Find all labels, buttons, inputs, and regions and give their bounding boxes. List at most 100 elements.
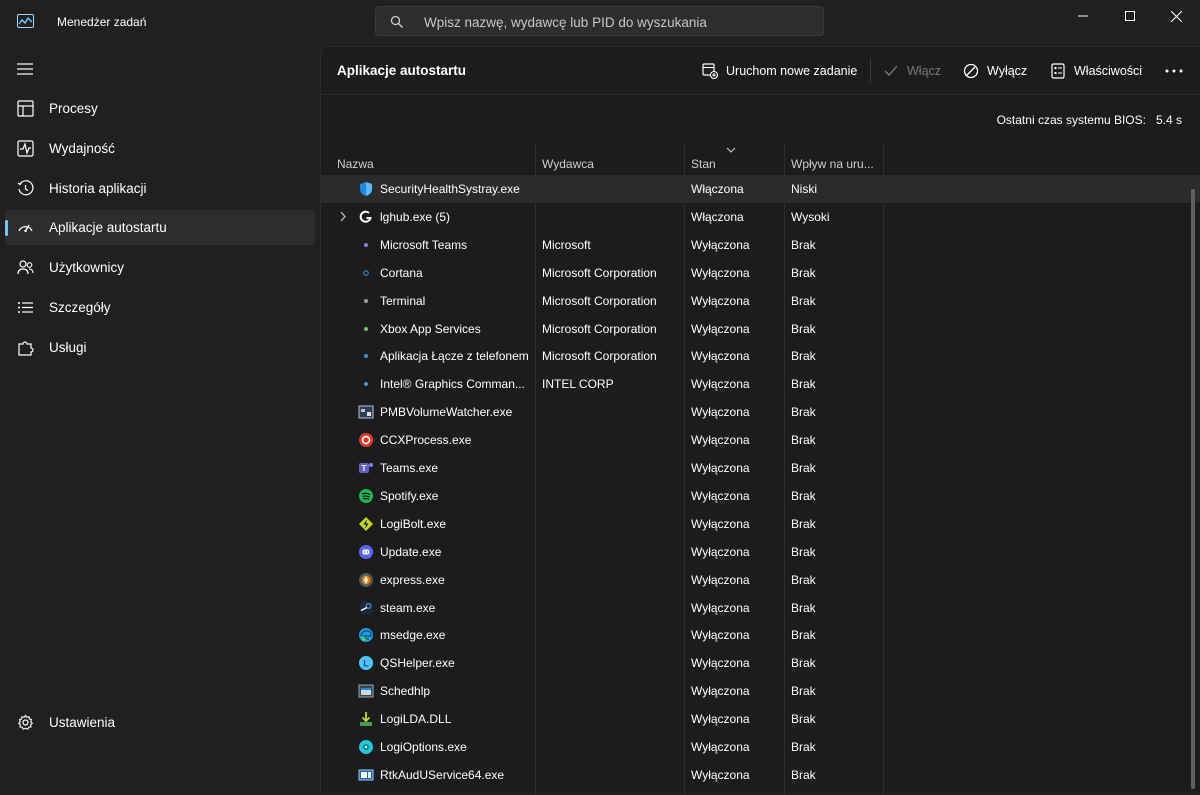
- app-name: lghub.exe (5): [380, 209, 451, 224]
- dot-icon: [364, 326, 368, 331]
- app-state: Wyłączona: [691, 572, 750, 587]
- app-name: CCXProcess.exe: [380, 433, 472, 448]
- table-row[interactable]: Update.exe Wyłączona Brak: [321, 538, 1200, 566]
- table-row[interactable]: Terminal Microsoft Corporation Wyłączona Br…: [321, 287, 1200, 315]
- sidebar: Procesy Wydajność Historia aplikacji Apl…: [0, 46, 320, 792]
- enable-button[interactable]: Włącz: [883, 61, 941, 81]
- dot-icon: [364, 298, 368, 303]
- spotify-icon: [359, 488, 373, 503]
- app-startup-impact: Brak: [791, 237, 816, 252]
- hamburger-menu-icon[interactable]: [17, 63, 33, 75]
- sidebar-item-performance[interactable]: Wydajność: [5, 131, 315, 166]
- app-state: Wyłączona: [691, 349, 750, 364]
- app-state: Wyłączona: [691, 600, 750, 615]
- column-header-name[interactable]: Nazwa: [337, 157, 374, 171]
- logioptions-icon: [359, 740, 373, 754]
- table-row[interactable]: CCXProcess.exe Wyłączona Brak: [321, 426, 1200, 454]
- sidebar-item-settings[interactable]: Ustawienia: [5, 705, 315, 740]
- dot-icon: [364, 382, 368, 387]
- table-row[interactable]: RtkAudUService64.exe Wyłączona Brak: [321, 761, 1200, 789]
- vertical-scrollbar[interactable]: [1191, 189, 1195, 789]
- sort-chevron-down-icon: [726, 147, 736, 153]
- table-row[interactable]: Aplikacja Łącze z telefonem Microsoft Cor…: [321, 342, 1200, 370]
- more-options-button[interactable]: [1165, 61, 1183, 81]
- svg-text:T: T: [362, 464, 367, 473]
- search-box[interactable]: [375, 6, 824, 36]
- maximize-button[interactable]: [1107, 0, 1153, 32]
- sidebar-item-details[interactable]: Szczegóły: [5, 290, 315, 325]
- app-name: steam.exe: [380, 600, 436, 615]
- toolbar-divider-line: [321, 94, 1200, 95]
- more-dots-icon: [1165, 69, 1183, 73]
- enable-label: Włącz: [907, 64, 942, 78]
- table-row[interactable]: PMBVolumeWatcher.exe Wyłączona Brak: [321, 398, 1200, 426]
- sidebar-item-label: Aplikacje autostartu: [49, 220, 167, 235]
- table-row[interactable]: LogiOptions.exe Wyłączona Brak: [321, 733, 1200, 761]
- chevron-right-icon[interactable]: [339, 211, 347, 222]
- title-bar: Menedżer zadań: [0, 0, 1200, 46]
- bios-time-label: Ostatni czas systemu BIOS:: [996, 113, 1146, 127]
- dot-icon: [364, 354, 368, 359]
- app-name: Microsoft Teams: [380, 237, 468, 252]
- sidebar-item-app-history[interactable]: Historia aplikacji: [5, 171, 315, 206]
- bios-time-value: 5.4 s: [1155, 113, 1182, 127]
- app-publisher: Microsoft Corporation: [542, 321, 657, 336]
- run-new-task-button[interactable]: Uruchom nowe zadanie: [702, 61, 857, 81]
- app-startup-impact: Brak: [791, 461, 816, 475]
- table-row[interactable]: Cortana Microsoft Corporation Wyłączona Bra…: [321, 259, 1200, 287]
- table-row[interactable]: lghub.exe (5) Włączona Wysoki: [321, 203, 1200, 231]
- app-name: Terminal: [380, 293, 426, 308]
- column-header-state[interactable]: Stan: [691, 157, 716, 171]
- table-row[interactable]: Intel® Graphics Comman... INTEL CORP Wyłąc…: [321, 370, 1200, 398]
- app-state: Wyłączona: [691, 293, 750, 308]
- sidebar-item-label: Usługi: [49, 340, 87, 355]
- app-startup-impact: Brak: [791, 572, 816, 587]
- properties-button[interactable]: Właściwości: [1050, 61, 1142, 81]
- table-row[interactable]: T Teams.exe Wyłączona Brak: [321, 454, 1200, 482]
- table-row[interactable]: msedge.exe Wyłączona Brak: [321, 621, 1200, 649]
- app-state: Wyłączona: [691, 433, 750, 448]
- app-startup-impact: Brak: [791, 740, 816, 754]
- svg-text:L: L: [363, 659, 369, 669]
- sidebar-item-processes[interactable]: Procesy: [5, 91, 315, 126]
- sidebar-item-users[interactable]: Użytkownicy: [5, 250, 315, 285]
- toolbar-divider: [870, 59, 871, 83]
- table-row[interactable]: Schedhlp Wyłączona Brak: [321, 677, 1200, 705]
- app-startup-impact: Brak: [791, 293, 816, 308]
- minimize-button[interactable]: [1060, 0, 1106, 32]
- app-name: SecurityHealthSystray.exe: [380, 182, 520, 196]
- table-row[interactable]: LogiLDA.DLL Wyłączona Brak: [321, 705, 1200, 733]
- table-row[interactable]: Xbox App Services Microsoft Corporation Wy…: [321, 315, 1200, 343]
- steam-icon: [359, 600, 373, 615]
- qshelper-icon: L: [359, 656, 373, 671]
- app-state: Wyłączona: [691, 265, 750, 280]
- app-startup-impact: Brak: [791, 767, 816, 782]
- close-button[interactable]: [1153, 0, 1199, 32]
- edge-icon: [359, 628, 373, 643]
- table-row[interactable]: SecurityHealthSystray.exe Włączona Niski: [321, 175, 1200, 203]
- app-publisher: Microsoft: [542, 237, 591, 252]
- app-startup-impact: Brak: [791, 628, 816, 643]
- table-row[interactable]: Spotify.exe Wyłączona Brak: [321, 482, 1200, 510]
- table-row[interactable]: express.exe Wyłączona Brak: [321, 566, 1200, 594]
- table-row[interactable]: L QSHelper.exe Wyłączona Brak: [321, 649, 1200, 677]
- performance-pulse-icon: [17, 140, 34, 157]
- sidebar-item-label: Wydajność: [49, 141, 115, 156]
- column-header-startup-impact[interactable]: Wpływ na uru...: [791, 157, 874, 171]
- app-startup-impact: Brak: [791, 349, 816, 364]
- table-row[interactable]: Microsoft Teams Microsoft Wyłączona Brak: [321, 231, 1200, 259]
- search-input[interactable]: [422, 11, 816, 33]
- app-state: Wyłączona: [691, 684, 750, 699]
- app-name: LogiLDA.DLL: [380, 712, 452, 727]
- table-row[interactable]: steam.exe Wyłączona Brak: [321, 594, 1200, 622]
- sidebar-item-services[interactable]: Usługi: [5, 330, 315, 365]
- app-name: Cortana: [380, 265, 423, 280]
- app-state: Wyłączona: [691, 712, 750, 727]
- table-row[interactable]: LogiBolt.exe Wyłączona Brak: [321, 510, 1200, 538]
- disable-button[interactable]: Wyłącz: [963, 61, 1027, 81]
- sidebar-item-startup-apps[interactable]: Aplikacje autostartu: [5, 210, 315, 245]
- properties-label: Właściwości: [1074, 64, 1143, 78]
- gear-icon: [17, 714, 34, 730]
- discord-icon: [359, 544, 373, 559]
- column-header-publisher[interactable]: Wydawca: [542, 157, 594, 171]
